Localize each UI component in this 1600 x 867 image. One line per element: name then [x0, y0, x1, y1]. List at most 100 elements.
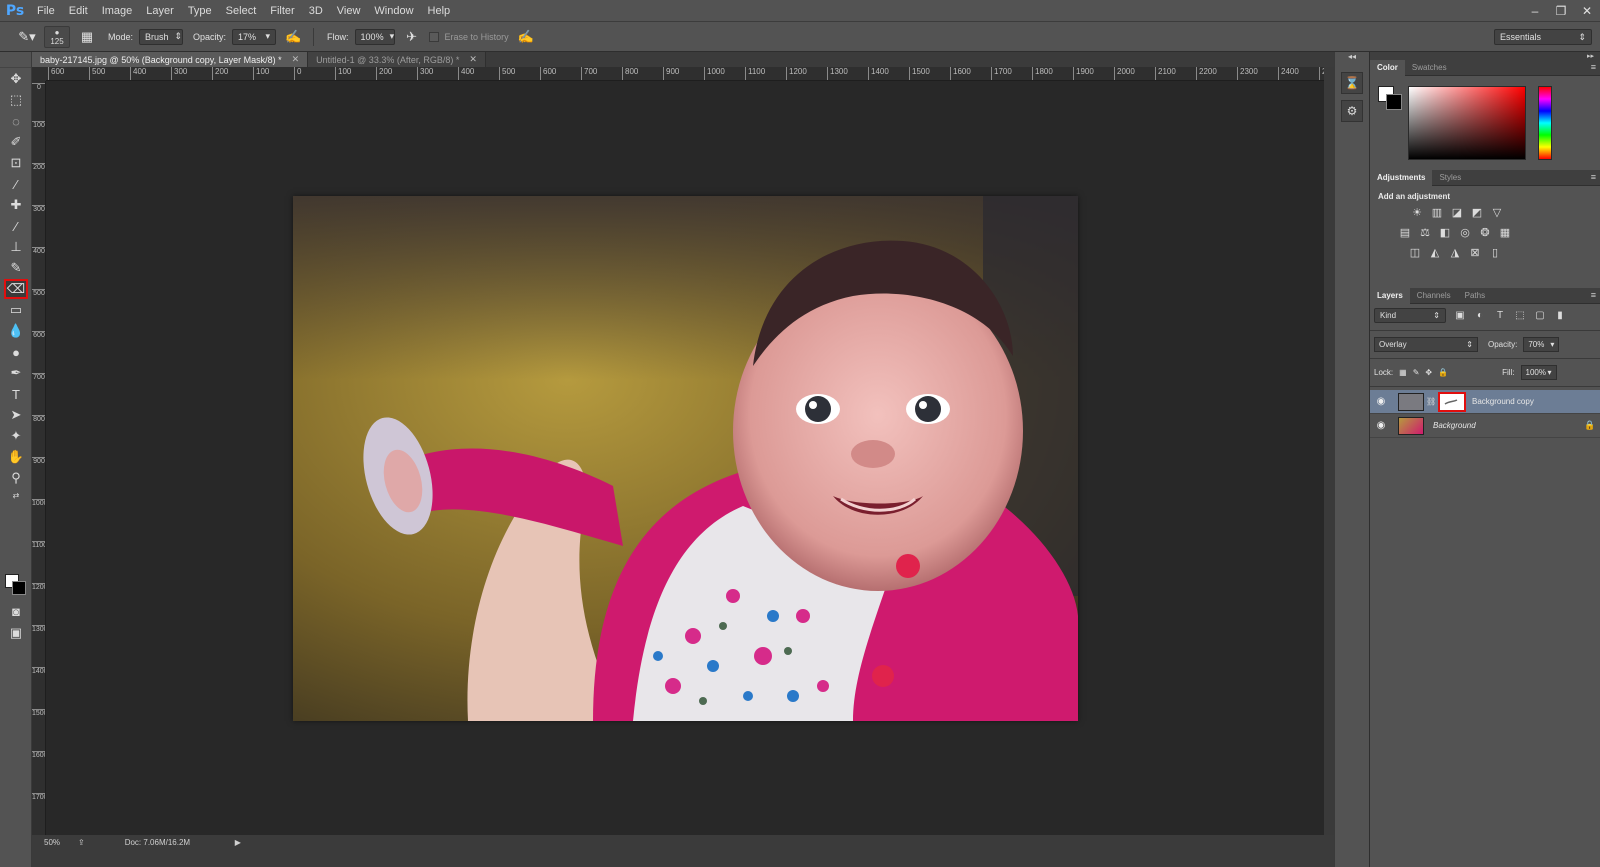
blur-tool-icon[interactable]: 💧: [4, 321, 28, 341]
gradient-tool-icon[interactable]: ▭: [4, 300, 28, 320]
hand-tool-icon[interactable]: ✋: [4, 447, 28, 467]
tab-adjustments[interactable]: Adjustments: [1370, 169, 1433, 186]
properties-panel-icon[interactable]: ⚙: [1341, 100, 1363, 122]
filter-toggle-icon[interactable]: ▮: [1554, 310, 1566, 322]
blend-mode-select[interactable]: Overlay ⇕: [1374, 337, 1478, 352]
zoom-tool-icon[interactable]: ⚲: [4, 468, 28, 488]
history-panel-icon[interactable]: ⌛: [1341, 72, 1363, 94]
pen-tool-icon[interactable]: ✒: [4, 363, 28, 383]
vertical-ruler[interactable]: 0 100 200 300 400 500 600 700 800 900 10…: [32, 81, 46, 835]
menu-select[interactable]: Select: [219, 0, 264, 22]
color-lookup-icon[interactable]: ▦: [1498, 225, 1512, 239]
color-panel-background[interactable]: [1386, 94, 1402, 110]
lock-all-icon[interactable]: 🔒: [1438, 368, 1448, 377]
layer-opacity-field[interactable]: 70% ▾: [1523, 337, 1560, 352]
panel-menu-icon[interactable]: ≡: [1591, 290, 1596, 300]
invert-icon[interactable]: ◫: [1408, 245, 1422, 259]
shape-tool-icon[interactable]: ✦: [4, 426, 28, 446]
close-icon[interactable]: ✕: [469, 54, 477, 65]
mode-select[interactable]: Brush ⇕: [139, 28, 184, 45]
brush-panel-icon[interactable]: ▦: [76, 27, 98, 47]
tab-paths[interactable]: Paths: [1458, 288, 1492, 304]
photo-filter-icon[interactable]: ◎: [1458, 225, 1472, 239]
background-color-swatch[interactable]: [12, 581, 26, 595]
panel-menu-icon[interactable]: ≡: [1591, 172, 1596, 182]
brush-tool-icon[interactable]: ∕: [4, 216, 28, 236]
panel-menu-icon[interactable]: ≡: [1591, 62, 1596, 72]
layer-thumbnail[interactable]: [1398, 392, 1424, 411]
filter-adjustment-icon[interactable]: ◐: [1474, 310, 1486, 322]
zoom-level[interactable]: 50%: [44, 838, 68, 847]
marquee-tool-icon[interactable]: ⬚: [4, 90, 28, 110]
curves-icon[interactable]: ◪: [1450, 205, 1464, 219]
menu-window[interactable]: Window: [367, 0, 420, 22]
eyedropper-tool-icon[interactable]: ⁄: [4, 174, 28, 194]
toolbox-grip[interactable]: [0, 52, 31, 68]
lock-position-icon[interactable]: ✥: [1425, 368, 1432, 377]
healing-brush-tool-icon[interactable]: ✚: [4, 195, 28, 215]
export-icon[interactable]: ⇪: [78, 838, 85, 847]
pressure-opacity-icon[interactable]: ✍: [282, 27, 304, 47]
menu-3d[interactable]: 3D: [302, 0, 330, 22]
menu-image[interactable]: Image: [95, 0, 140, 22]
threshold-icon[interactable]: ◮: [1448, 245, 1462, 259]
path-selection-tool-icon[interactable]: ➤: [4, 405, 28, 425]
ruler-corner[interactable]: [32, 67, 46, 81]
filter-pixel-icon[interactable]: ▣: [1454, 310, 1466, 322]
hue-saturation-icon[interactable]: ▤: [1398, 225, 1412, 239]
vertical-scrollbar[interactable]: [1324, 67, 1334, 835]
menu-filter[interactable]: Filter: [263, 0, 301, 22]
screen-mode-icon[interactable]: ▣: [4, 623, 28, 643]
opacity-field[interactable]: 17% ▾: [232, 28, 277, 45]
layer-thumbnail[interactable]: [1398, 416, 1424, 435]
filter-type-icon[interactable]: T: [1494, 310, 1506, 322]
posterize-icon[interactable]: ◭: [1428, 245, 1442, 259]
restore-button[interactable]: ❐: [1548, 0, 1574, 22]
eraser-tool-icon[interactable]: ⌫: [4, 279, 28, 299]
close-button[interactable]: ✕: [1574, 0, 1600, 22]
filter-kind-select[interactable]: Kind ⇕: [1374, 308, 1446, 323]
tab-untitled[interactable]: Untitled-1 @ 33.3% (After, RGB/8) * ✕: [308, 52, 486, 67]
menu-edit[interactable]: Edit: [62, 0, 95, 22]
type-tool-icon[interactable]: T: [4, 384, 28, 404]
document-image[interactable]: [293, 196, 1078, 721]
menu-help[interactable]: Help: [421, 0, 458, 22]
gradient-map-icon[interactable]: ▯: [1488, 245, 1502, 259]
color-balance-icon[interactable]: ⚖: [1418, 225, 1432, 239]
layer-mask-thumbnail[interactable]: [1438, 391, 1466, 412]
pressure-size-icon[interactable]: ✍: [515, 27, 537, 47]
lock-transparent-icon[interactable]: ▦: [1399, 368, 1407, 377]
visibility-eye-icon[interactable]: ◉: [1370, 420, 1392, 431]
menu-view[interactable]: View: [330, 0, 368, 22]
workspace-select[interactable]: Essentials ⇕: [1494, 29, 1592, 45]
brush-preset-picker[interactable]: ● 125: [44, 25, 70, 48]
tab-baby-image[interactable]: baby-217145.jpg @ 50% (Background copy, …: [32, 52, 309, 67]
erase-to-history-checkbox[interactable]: [428, 31, 439, 42]
lasso-tool-icon[interactable]: ◌: [4, 111, 28, 131]
layer-name[interactable]: Background: [1433, 421, 1584, 430]
airbrush-icon[interactable]: ✈: [401, 27, 423, 47]
hue-slider[interactable]: [1538, 86, 1552, 160]
brightness-icon[interactable]: ☀: [1410, 205, 1424, 219]
move-tool-icon[interactable]: ✥: [4, 69, 28, 89]
levels-icon[interactable]: ▥: [1430, 205, 1444, 219]
minimize-button[interactable]: ‒: [1522, 0, 1548, 22]
visibility-eye-icon[interactable]: ◉: [1370, 396, 1392, 407]
flow-field[interactable]: 100% ▾: [354, 28, 395, 45]
tab-styles[interactable]: Styles: [1432, 170, 1468, 186]
tab-color[interactable]: Color: [1370, 59, 1405, 76]
exposure-icon[interactable]: ◩: [1470, 205, 1484, 219]
layer-background[interactable]: ◉ Background 🔒: [1370, 414, 1600, 438]
menu-type[interactable]: Type: [181, 0, 219, 22]
quick-mask-icon[interactable]: ◙: [4, 601, 28, 621]
menu-layer[interactable]: Layer: [139, 0, 181, 22]
filter-shape-icon[interactable]: ⬚: [1514, 310, 1526, 322]
channel-mixer-icon[interactable]: ❂: [1478, 225, 1492, 239]
dodge-tool-icon[interactable]: ●: [4, 342, 28, 362]
collapse-icon[interactable]: ◂◂: [1335, 52, 1369, 66]
color-field[interactable]: [1408, 86, 1526, 160]
history-brush-tool-icon[interactable]: ✎: [4, 258, 28, 278]
horizontal-ruler[interactable]: 600 500 400 300 200 100 0 100 200 300 40…: [46, 67, 1334, 81]
tab-swatches[interactable]: Swatches: [1405, 60, 1454, 76]
layer-background-copy[interactable]: ◉ ⛓ Background copy: [1370, 390, 1600, 414]
